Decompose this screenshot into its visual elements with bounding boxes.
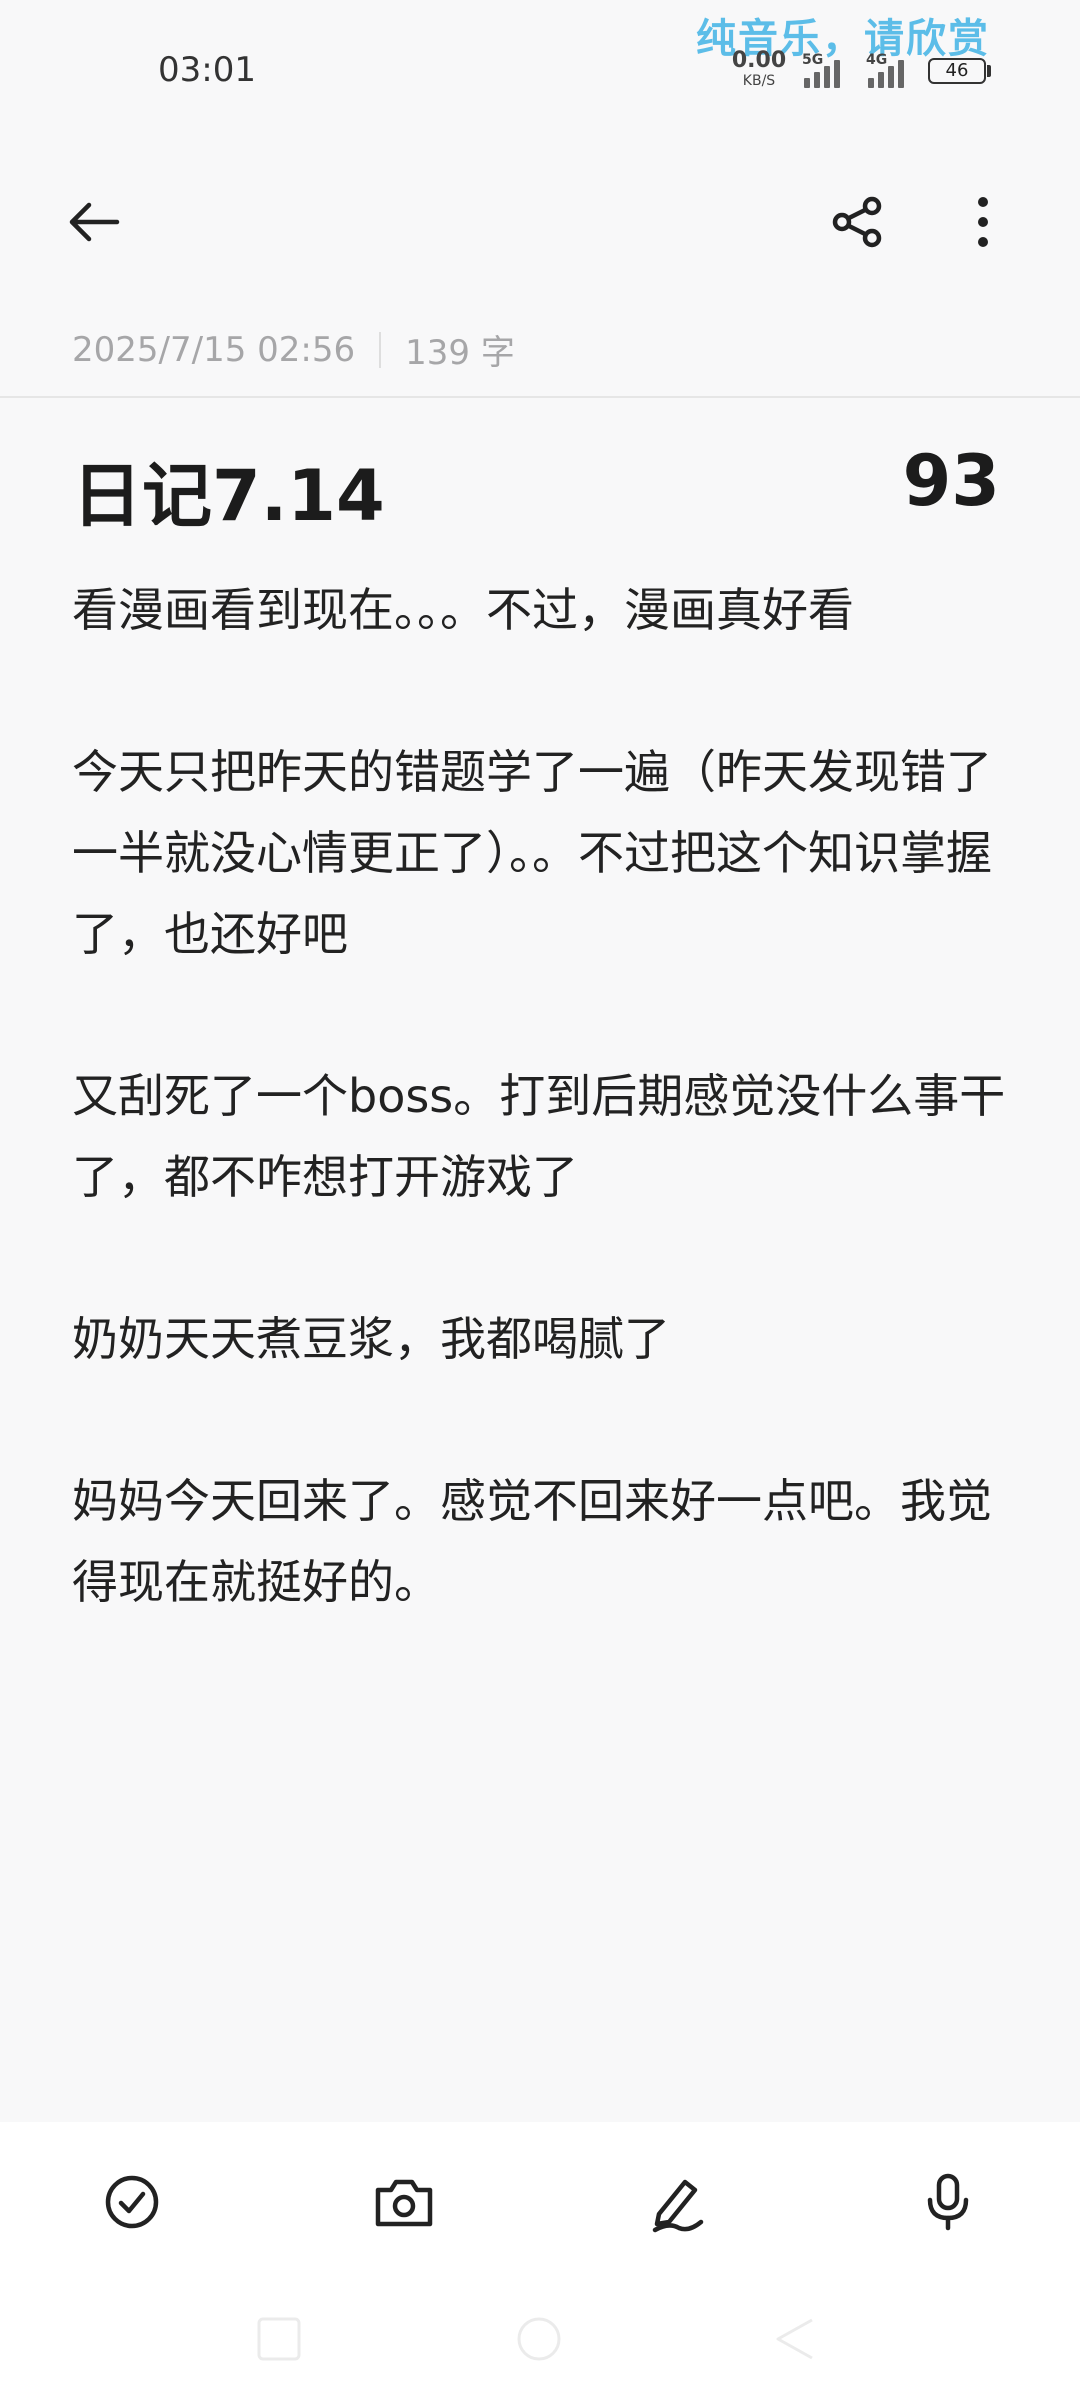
header-divider <box>0 396 1080 398</box>
note-datetime: 2025/7/15 02:56 <box>72 329 356 370</box>
back-nav-icon[interactable] <box>772 2316 818 2362</box>
voice-input-button[interactable] <box>898 2152 998 2252</box>
net-speed-value: 0.00 <box>731 48 787 73</box>
home-nav-icon[interactable] <box>516 2316 562 2362</box>
checklist-button[interactable] <box>82 2152 182 2252</box>
signal-4g-label: 4G <box>866 52 888 68</box>
more-options-button[interactable] <box>938 177 1028 267</box>
handwriting-icon <box>652 2179 704 2233</box>
note-word-count: 139 字 <box>405 333 515 373</box>
signal-5g-icon: 5G <box>800 52 850 88</box>
microphone-icon <box>927 2173 969 2231</box>
checklist-icon <box>105 2175 159 2229</box>
share-button[interactable] <box>813 177 903 267</box>
note-paragraph[interactable]: 今天只把昨天的错题学了一遍（昨天发现错了一半就没心情更正了）。。不过把这个知识掌… <box>72 732 1012 975</box>
signal-5g-label: 5G <box>802 52 824 68</box>
net-speed-indicator: 0.00 KB/S <box>730 48 788 89</box>
note-title[interactable]: 日记7.14 <box>72 440 385 541</box>
recent-apps-nav-icon[interactable] <box>256 2316 302 2362</box>
note-body[interactable]: 看漫画看到现在。。。不过，漫画真好看 今天只把昨天的错题学了一遍（昨天发现错了一… <box>72 570 1012 1623</box>
back-button[interactable] <box>50 177 140 267</box>
net-speed-unit: KB/S <box>742 73 776 89</box>
battery-level: 46 <box>945 60 969 81</box>
meta-separator <box>379 331 382 368</box>
more-vertical-icon <box>978 197 988 247</box>
status-time: 03:01 <box>158 50 256 90</box>
arrow-left-icon <box>69 202 120 242</box>
note-paragraph[interactable]: 又刮死了一个boss。打到后期感觉没什么事干了，都不咋想打开游戏了 <box>72 1056 1012 1218</box>
handwriting-button[interactable] <box>627 2152 727 2252</box>
camera-button[interactable] <box>354 2152 454 2252</box>
note-paragraph[interactable]: 看漫画看到现在。。。不过，漫画真好看 <box>72 570 1012 651</box>
share-icon <box>832 196 882 248</box>
note-paragraph[interactable]: 奶奶天天煮豆浆，我都喝腻了 <box>72 1299 1012 1380</box>
battery-icon: 46 <box>928 58 986 84</box>
note-paragraph[interactable]: 妈妈今天回来了。感觉不回来好一点吧。我觉得现在就挺好的。 <box>72 1461 1012 1623</box>
signal-4g-icon: 4G <box>864 52 914 88</box>
note-meta: 2025/7/15 02:56 139 字 <box>72 325 515 374</box>
note-number: 93 <box>902 440 1000 522</box>
battery-tip <box>987 65 991 77</box>
camera-icon <box>375 2179 433 2227</box>
